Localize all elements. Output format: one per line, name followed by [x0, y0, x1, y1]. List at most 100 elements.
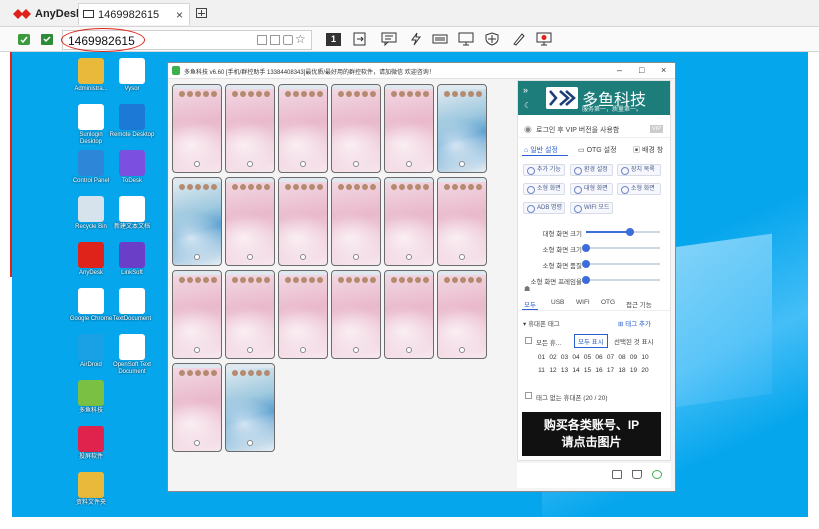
phone-screen[interactable]: [331, 177, 381, 266]
slider-knob[interactable]: [582, 260, 590, 268]
desktop-icon-8[interactable]: [78, 242, 104, 268]
record-icon[interactable]: [536, 32, 552, 46]
phone-screen[interactable]: [384, 177, 434, 266]
phone-screen[interactable]: [225, 177, 275, 266]
new-tab-button[interactable]: [196, 8, 207, 18]
slider-track[interactable]: [582, 244, 660, 252]
phone-screen[interactable]: [437, 177, 487, 266]
keyboard-icon[interactable]: [432, 32, 448, 46]
desktop-icon-1[interactable]: [119, 58, 145, 84]
desktop-icon-12[interactable]: [78, 334, 104, 360]
close-tab-icon[interactable]: ×: [176, 8, 183, 22]
window-grid-icon[interactable]: [257, 35, 267, 45]
slider-track[interactable]: [582, 276, 660, 284]
show-selected-button[interactable]: 선택된 것 표시: [614, 336, 654, 346]
desktop-icon-4[interactable]: [78, 150, 104, 176]
phone-screen[interactable]: [225, 270, 275, 359]
whiteboard-pen-icon[interactable]: [510, 32, 526, 46]
device-number[interactable]: 19: [628, 367, 639, 374]
mode-tab[interactable]: 모두: [524, 299, 536, 309]
phone-screen[interactable]: [172, 270, 222, 359]
phone-screen[interactable]: [172, 84, 222, 173]
permission-status-icon[interactable]: [40, 33, 54, 46]
device-number[interactable]: 08: [617, 354, 628, 361]
clipboard-icon[interactable]: [283, 35, 293, 45]
select-all-checkbox[interactable]: [525, 337, 532, 344]
desktop-icon-9[interactable]: [119, 242, 145, 268]
screen-select-button[interactable]: 1: [326, 33, 341, 46]
environment-settings-button[interactable]: 환경 설정: [570, 164, 613, 176]
slider-track[interactable]: [582, 260, 660, 268]
close-button[interactable]: ×: [661, 65, 666, 75]
slider-track[interactable]: [586, 228, 660, 236]
chat-icon[interactable]: [381, 32, 397, 46]
phone-screen[interactable]: [331, 84, 381, 173]
device-number[interactable]: 13: [559, 367, 570, 374]
tab-general-settings[interactable]: ⌂ 일반 설정: [524, 145, 558, 155]
slider-knob[interactable]: [582, 276, 590, 284]
phone-screen[interactable]: [278, 84, 328, 173]
phone-screen[interactable]: [225, 363, 275, 452]
maximize-button[interactable]: □: [639, 65, 644, 75]
minimize-button[interactable]: –: [617, 65, 622, 75]
desktop-icon-14[interactable]: [78, 380, 104, 406]
show-all-button[interactable]: 모두 표시: [574, 334, 608, 348]
desktop-icon-10[interactable]: [78, 288, 104, 314]
add-tag-button[interactable]: ⊞ 태그 추가: [618, 318, 651, 328]
wifi-mode-button[interactable]: WIFI 모드: [570, 202, 613, 214]
tab-otg-settings[interactable]: ▭ OTG 설정: [578, 145, 617, 155]
adb-command-button[interactable]: ADB 명령: [523, 202, 565, 214]
phone-screen[interactable]: [384, 84, 434, 173]
session-tab[interactable]: 1469982615 ×: [78, 3, 190, 25]
collapse-chevron-icon[interactable]: »: [523, 85, 528, 95]
desktop-icon-16[interactable]: [78, 472, 104, 498]
display-icon[interactable]: [458, 32, 474, 46]
device-number[interactable]: 11: [536, 367, 547, 374]
file-transfer-icon[interactable]: [352, 32, 368, 46]
desktop-icon-3[interactable]: [119, 104, 145, 130]
device-number[interactable]: 01: [536, 354, 547, 361]
desktop-icon-7[interactable]: [119, 196, 145, 222]
desktop-icon-5[interactable]: [119, 150, 145, 176]
phone-screen[interactable]: [225, 84, 275, 173]
small-screen-toggle[interactable]: 소형 화면: [617, 183, 661, 195]
multi-control-window[interactable]: 多鱼科技 v6.60 [手机/群控助手 13384408343]最优质/最好用的…: [167, 62, 676, 492]
device-number[interactable]: 06: [594, 354, 605, 361]
tag-group-title[interactable]: ▾ 휴대폰 태그: [523, 318, 560, 328]
mode-tab[interactable]: USB: [551, 299, 564, 306]
device-list-button[interactable]: 장치 목록: [617, 164, 661, 176]
extra-features-button[interactable]: 추가 기능: [523, 164, 565, 176]
device-number[interactable]: 18: [617, 367, 628, 374]
device-number[interactable]: 14: [571, 367, 582, 374]
desktop-icon-11[interactable]: [119, 288, 145, 314]
untagged-checkbox[interactable]: [525, 392, 532, 399]
slider-knob[interactable]: [626, 228, 635, 236]
device-number[interactable]: 07: [605, 354, 616, 361]
moon-icon[interactable]: ☾: [524, 101, 531, 110]
mode-tab[interactable]: 접근 기능: [626, 299, 652, 309]
promo-banner[interactable]: 购买各类账号、IP 请点击图片: [522, 412, 661, 456]
hourglass-icon[interactable]: [270, 35, 280, 45]
device-number[interactable]: 03: [559, 354, 570, 361]
phone-screen[interactable]: [437, 270, 487, 359]
phone-screen[interactable]: [172, 177, 222, 266]
desktop-icon-2[interactable]: [78, 104, 104, 130]
phone-screen[interactable]: [437, 84, 487, 173]
device-number[interactable]: 04: [571, 354, 582, 361]
mode-tab[interactable]: WIFI: [576, 299, 590, 306]
login-prompt[interactable]: 로그인 후 VIP 버전을 사용함: [536, 125, 619, 135]
device-number[interactable]: 05: [582, 354, 593, 361]
device-number[interactable]: 15: [582, 367, 593, 374]
remote-desktop[interactable]: Administra... Vysor Sunlogin Desktop Remote…: [12, 52, 808, 517]
device-number[interactable]: 16: [594, 367, 605, 374]
device-number[interactable]: 17: [605, 367, 616, 374]
small-screen-button[interactable]: 소형 화면: [523, 183, 565, 195]
slider-knob[interactable]: [582, 244, 590, 252]
actions-lightning-icon[interactable]: [408, 32, 424, 46]
phone-screen[interactable]: [172, 363, 222, 452]
device-number[interactable]: 02: [548, 354, 559, 361]
device-number[interactable]: 20: [640, 367, 651, 374]
desktop-icon-0[interactable]: [78, 58, 104, 84]
phone-screen[interactable]: [278, 177, 328, 266]
phone-screen[interactable]: [384, 270, 434, 359]
